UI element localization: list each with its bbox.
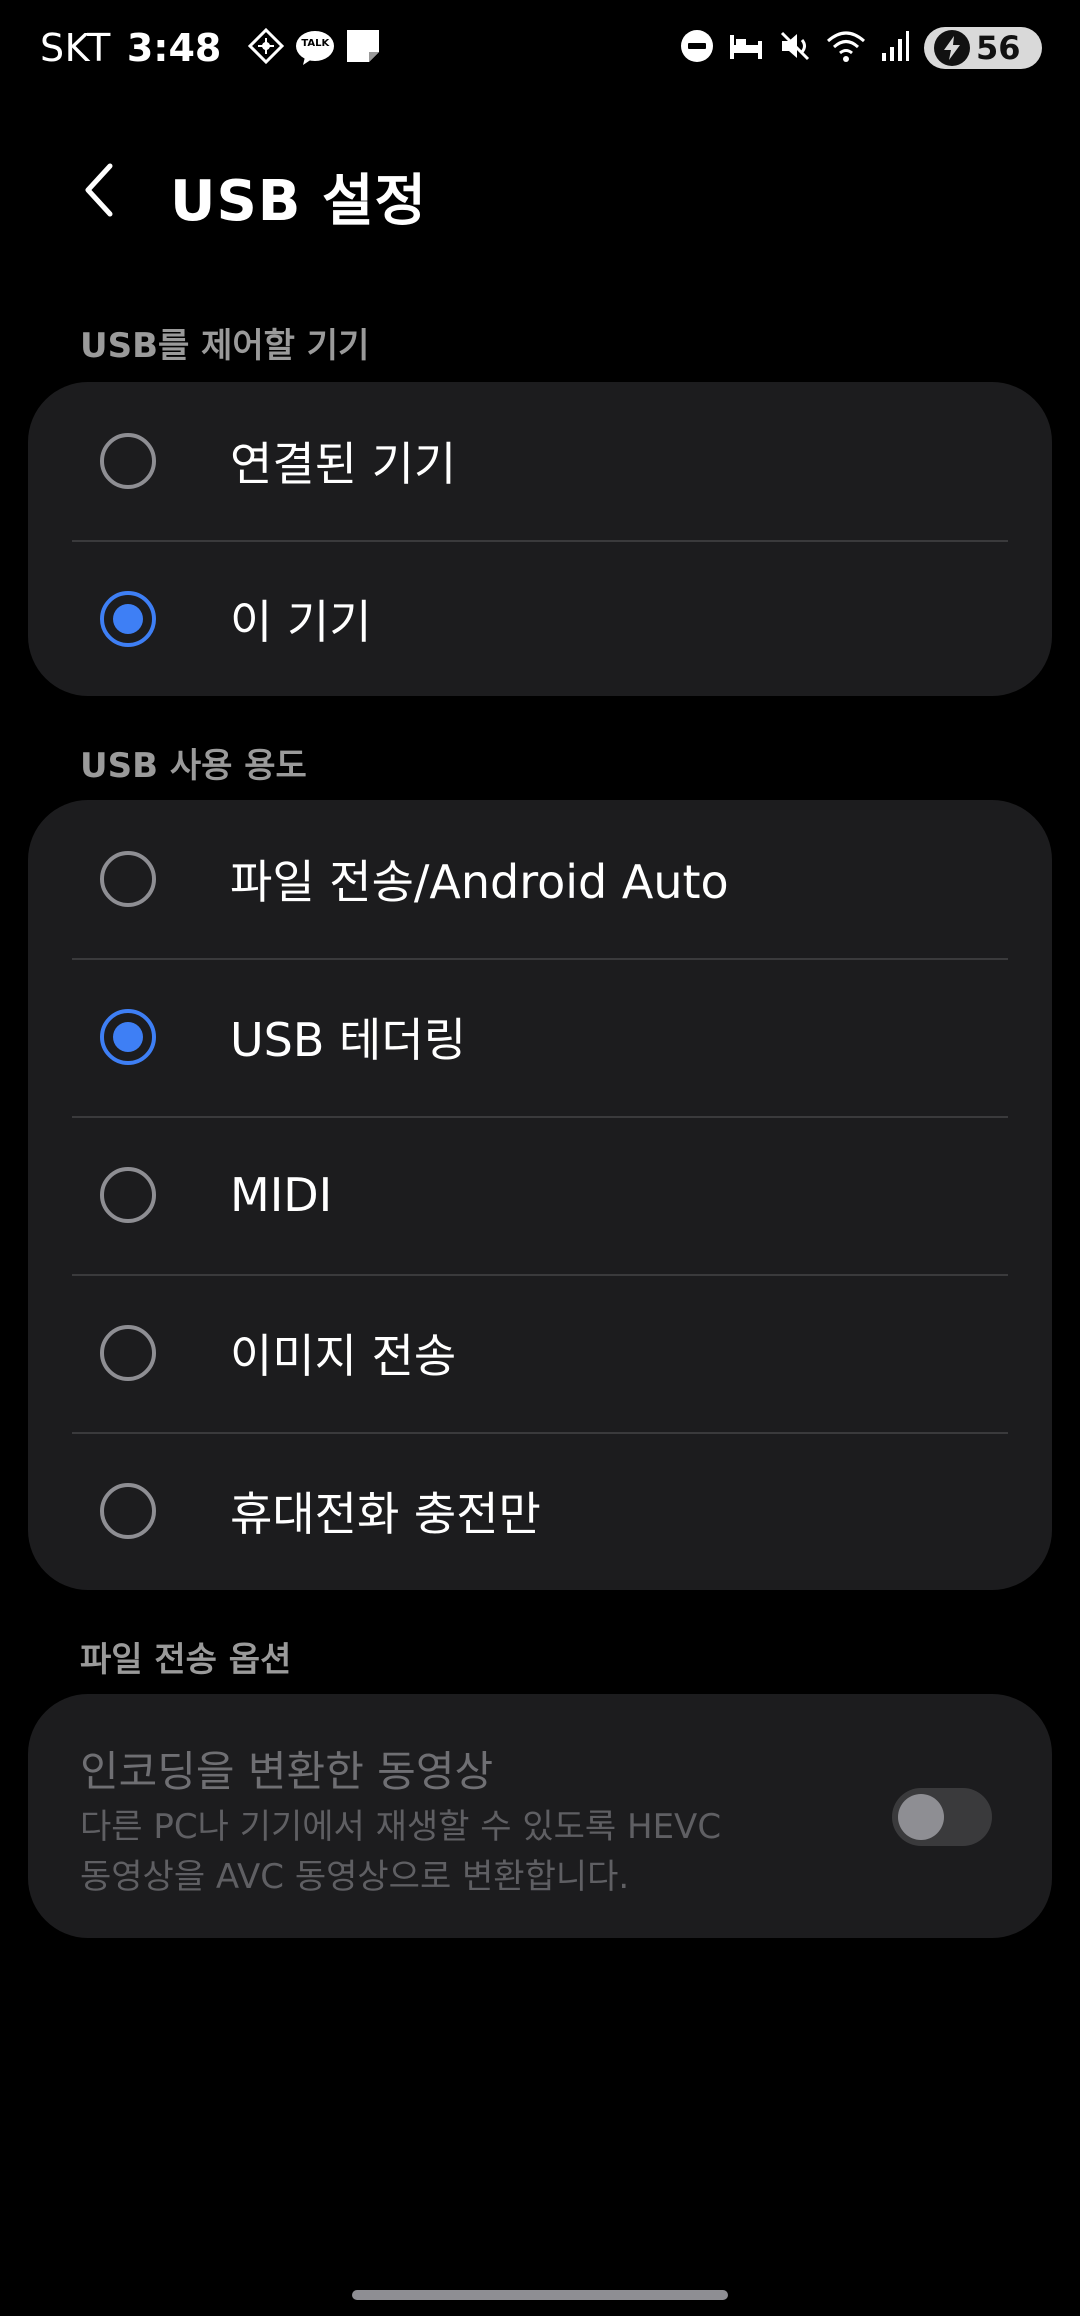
radio-button[interactable] — [100, 433, 156, 489]
option-label: 이 기기 — [230, 595, 372, 649]
bed-icon — [728, 31, 764, 65]
option-connected-device[interactable]: 연결된 기기 — [28, 382, 1052, 540]
status-left: SKT 3:48 TALK — [40, 26, 381, 70]
status-right: 56 — [680, 27, 1042, 69]
radio-button[interactable] — [100, 1167, 156, 1223]
transcode-video-setting[interactable]: 인코딩을 변환한 동영상 다른 PC나 기기에서 재생할 수 있도록 HEVC … — [28, 1694, 1052, 1938]
back-button[interactable] — [64, 154, 136, 226]
option-usb-tethering[interactable]: USB 테더링 — [28, 958, 1052, 1116]
kakaotalk-label: TALK — [301, 38, 330, 49]
setting-description-line: 동영상을 AVC 동영상으로 변환합니다. — [80, 1857, 630, 1897]
option-label: USB 테더링 — [230, 1013, 467, 1067]
control-card: 연결된 기기 이 기기 — [28, 382, 1052, 696]
toggle-knob — [898, 1794, 944, 1840]
radio-button[interactable] — [100, 1325, 156, 1381]
chevron-left-icon — [85, 163, 113, 217]
home-indicator[interactable] — [352, 2290, 728, 2300]
option-label: 이미지 전송 — [230, 1329, 457, 1383]
option-label: 휴대전화 충전만 — [230, 1487, 541, 1541]
note-icon — [345, 28, 381, 68]
option-this-device[interactable]: 이 기기 — [28, 540, 1052, 696]
app-header: USB 설정 — [0, 130, 1080, 250]
page-title: USB 설정 — [170, 169, 428, 234]
option-label: 연결된 기기 — [230, 437, 457, 491]
option-midi[interactable]: MIDI — [28, 1116, 1052, 1274]
mute-icon — [778, 29, 812, 67]
option-file-transfer[interactable]: 파일 전송/Android Auto — [28, 800, 1052, 958]
carrier-label: SKT — [40, 26, 111, 70]
radio-button-checked[interactable] — [100, 1009, 156, 1065]
kakaotalk-icon: TALK — [295, 30, 335, 66]
navigation-icon — [247, 27, 285, 69]
section-label-control: USB를 제어할 기기 — [80, 326, 370, 366]
wifi-icon — [826, 29, 866, 67]
notification-icons: TALK — [247, 27, 381, 69]
option-label: 파일 전송/Android Auto — [230, 855, 729, 909]
toggle-switch[interactable] — [892, 1788, 992, 1846]
radio-button[interactable] — [100, 851, 156, 907]
dnd-icon — [680, 29, 714, 67]
radio-button-checked[interactable] — [100, 591, 156, 647]
clock: 3:48 — [126, 26, 222, 70]
option-image-transfer[interactable]: 이미지 전송 — [28, 1274, 1052, 1432]
charging-icon — [934, 30, 970, 66]
setting-description-line: 다른 PC나 기기에서 재생할 수 있도록 HEVC — [80, 1807, 722, 1847]
radio-button[interactable] — [100, 1483, 156, 1539]
signal-icon — [880, 29, 910, 67]
usage-card: 파일 전송/Android Auto USB 테더링 MIDI 이미지 전송 휴… — [28, 800, 1052, 1590]
setting-title: 인코딩을 변환한 동영상 — [80, 1747, 494, 1796]
battery-level: 56 — [976, 29, 1021, 67]
setting-description: 다른 PC나 기기에서 재생할 수 있도록 HEVC 동영상을 AVC 동영상으… — [80, 1802, 780, 1902]
battery-indicator: 56 — [924, 27, 1042, 69]
section-label-file-options: 파일 전송 옵션 — [80, 1640, 292, 1680]
option-label: MIDI — [230, 1168, 333, 1222]
section-label-usage: USB 사용 용도 — [80, 746, 307, 786]
status-bar: SKT 3:48 TALK 56 — [0, 0, 1080, 96]
option-charge-only[interactable]: 휴대전화 충전만 — [28, 1432, 1052, 1590]
